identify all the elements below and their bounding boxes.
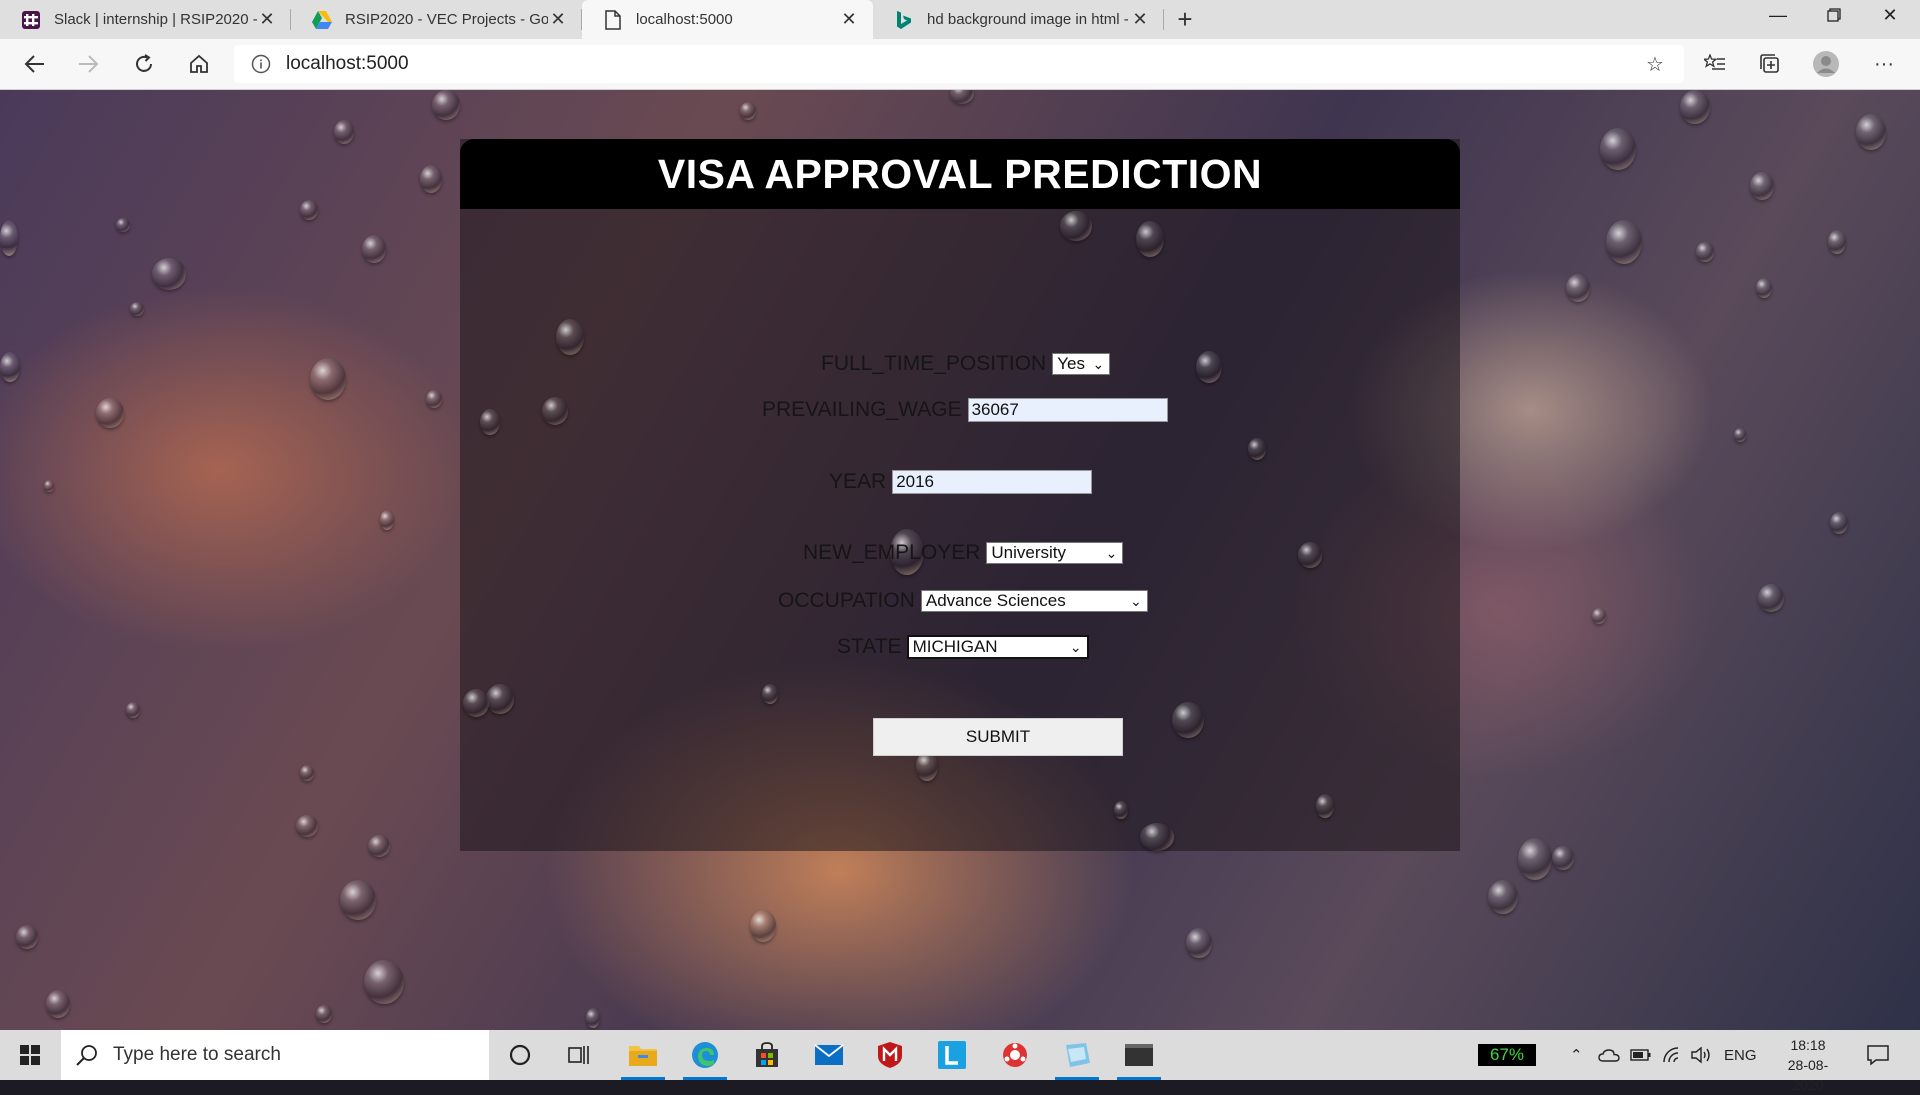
new-employer-row: NEW_EMPLOYER University ⌄ — [803, 537, 1124, 569]
tab-title: hd background image in html - B — [927, 11, 1130, 28]
address-bar-row: localhost:5000 ☆ ··· — [0, 39, 1920, 90]
tab-localhost[interactable]: localhost:5000 ✕ — [582, 0, 873, 39]
close-tab-icon[interactable]: ✕ — [257, 9, 277, 30]
visa-form: FULL_TIME_POSITION Yes ⌄ PREVAILING_WAGE… — [460, 139, 1460, 851]
restore-icon[interactable] — [1806, 0, 1862, 30]
page-icon — [602, 9, 624, 31]
page-background: VISA APPROVAL PREDICTION FULL_TIME_POSIT… — [0, 90, 1920, 1030]
app-wheel-icon[interactable] — [989, 1036, 1041, 1074]
url-text: localhost:5000 — [286, 53, 409, 74]
windows-start-icon[interactable] — [10, 1040, 50, 1070]
favorites-list-icon[interactable] — [1697, 47, 1733, 81]
photos-app-icon[interactable] — [1051, 1036, 1103, 1080]
clock-date: 28-08-2020 — [1787, 1057, 1829, 1093]
home-icon[interactable] — [181, 47, 217, 81]
full-time-position-row: FULL_TIME_POSITION Yes ⌄ — [821, 348, 1111, 380]
profile-avatar-icon[interactable] — [1808, 47, 1844, 81]
volume-icon[interactable] — [1690, 1030, 1712, 1080]
full-time-position-label: FULL_TIME_POSITION — [821, 352, 1047, 375]
close-window-icon[interactable]: ✕ — [1862, 0, 1918, 30]
state-label: STATE — [837, 635, 902, 658]
prevailing-wage-input[interactable]: 36067 — [967, 398, 1168, 422]
form-panel: VISA APPROVAL PREDICTION FULL_TIME_POSIT… — [460, 139, 1460, 851]
language-indicator[interactable]: ENG — [1724, 1030, 1757, 1080]
full-time-position-select[interactable]: Yes ⌄ — [1052, 353, 1111, 375]
new-employer-select[interactable]: University ⌄ — [986, 542, 1124, 564]
mcafee-icon[interactable] — [864, 1036, 916, 1074]
submit-button[interactable]: SUBMIT — [873, 718, 1123, 756]
show-hidden-icons-icon[interactable]: ⌃ — [1570, 1030, 1583, 1080]
onedrive-cloud-icon[interactable] — [1598, 1030, 1620, 1080]
search-icon — [76, 1045, 97, 1066]
chevron-down-icon: ⌄ — [1069, 639, 1082, 655]
prevailing-wage-label: PREVAILING_WAGE — [762, 398, 962, 421]
url-field[interactable]: localhost:5000 — [234, 45, 1684, 83]
new-tab-button[interactable]: + — [1164, 0, 1206, 39]
google-drive-icon — [311, 9, 333, 31]
more-options-icon[interactable]: ··· — [1866, 47, 1902, 81]
lightshot-l-icon[interactable] — [926, 1036, 978, 1074]
collections-icon[interactable] — [1752, 47, 1788, 81]
system-clock[interactable]: 18:18 28-08-2020 — [1775, 1035, 1841, 1095]
cortana-icon[interactable] — [494, 1036, 546, 1074]
new-employer-label: NEW_EMPLOYER — [803, 541, 981, 564]
favorite-star-icon[interactable]: ☆ — [1637, 47, 1673, 81]
tab-title: RSIP2020 - VEC Projects - Googl — [345, 11, 548, 28]
full-time-position-value: Yes — [1057, 354, 1085, 373]
minimize-icon[interactable]: — — [1750, 0, 1806, 30]
notifications-icon[interactable] — [1866, 1030, 1890, 1080]
tab-slack[interactable]: Slack | internship | RSIP2020 - VE ✕ — [0, 0, 291, 39]
prevailing-wage-row: PREVAILING_WAGE 36067 — [762, 394, 1168, 426]
bing-icon — [893, 9, 915, 31]
chevron-down-icon: ⌄ — [1105, 545, 1118, 561]
chevron-down-icon: ⌄ — [1092, 356, 1105, 372]
year-input[interactable]: 2016 — [892, 470, 1093, 494]
windows-taskbar: Type here to search 67% ⌃ ENG 18:18 28-0… — [0, 1030, 1920, 1093]
close-tab-icon[interactable]: ✕ — [839, 9, 859, 30]
store-icon[interactable] — [741, 1036, 793, 1074]
file-explorer-icon[interactable] — [617, 1036, 669, 1080]
year-row: YEAR 2016 — [829, 466, 1093, 498]
refresh-icon[interactable] — [126, 47, 162, 81]
task-view-icon[interactable] — [554, 1036, 606, 1074]
clock-time: 18:18 — [1790, 1037, 1826, 1053]
occupation-row: OCCUPATION Advance Sciences ⌄ — [778, 585, 1148, 617]
site-info-icon[interactable] — [250, 53, 272, 75]
taskbar-search-box[interactable]: Type here to search — [61, 1030, 489, 1080]
tab-title: Slack | internship | RSIP2020 - VE — [54, 11, 257, 28]
occupation-value: Advance Sciences — [925, 591, 1066, 610]
tab-bing[interactable]: hd background image in html - B ✕ — [873, 0, 1164, 39]
forward-icon[interactable] — [71, 47, 107, 81]
search-placeholder: Type here to search — [113, 1044, 281, 1065]
year-label: YEAR — [829, 470, 887, 493]
back-icon[interactable] — [16, 47, 52, 81]
slack-icon — [20, 9, 42, 31]
chevron-down-icon: ⌄ — [1130, 593, 1142, 609]
tab-google-drive[interactable]: RSIP2020 - VEC Projects - Googl ✕ — [291, 0, 582, 39]
state-value: MICHIGAN — [912, 637, 998, 656]
wifi-icon[interactable] — [1662, 1030, 1684, 1080]
new-employer-value: University — [991, 543, 1066, 562]
mail-icon[interactable] — [803, 1036, 855, 1074]
close-tab-icon[interactable]: ✕ — [1130, 9, 1150, 30]
battery-percent-badge[interactable]: 67% — [1478, 1044, 1536, 1066]
state-select[interactable]: MICHIGAN ⌄ — [906, 635, 1089, 659]
occupation-select[interactable]: Advance Sciences ⌄ — [920, 590, 1148, 612]
tab-title: localhost:5000 — [636, 11, 733, 28]
browser-tab-bar: Slack | internship | RSIP2020 - VE ✕ RSI… — [0, 0, 1920, 39]
state-row: STATE MICHIGAN ⌄ — [837, 631, 1089, 663]
battery-icon[interactable] — [1630, 1030, 1652, 1080]
terminal-icon[interactable] — [1113, 1036, 1165, 1080]
close-tab-icon[interactable]: ✕ — [548, 9, 568, 30]
edge-browser-icon[interactable] — [679, 1036, 731, 1080]
occupation-label: OCCUPATION — [778, 589, 915, 612]
